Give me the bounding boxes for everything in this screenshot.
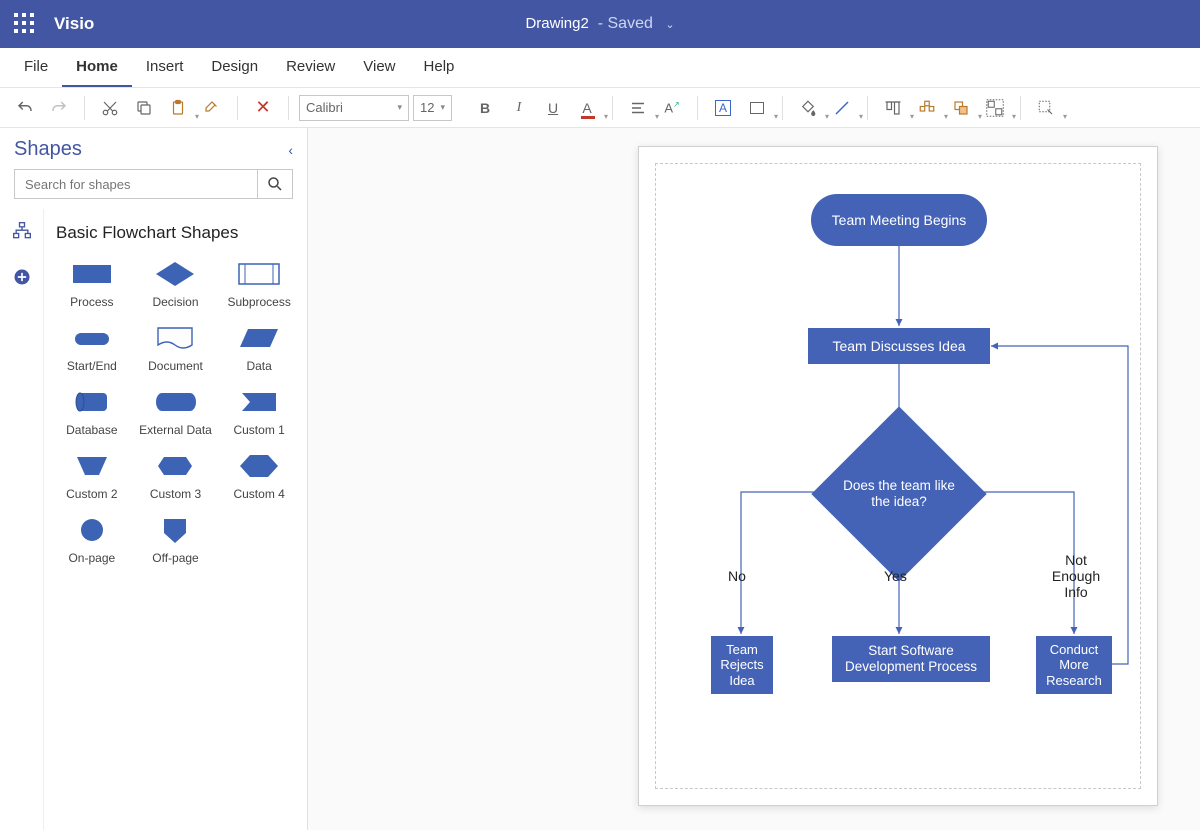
arrange-button[interactable]: ▾ xyxy=(946,93,976,123)
canvas[interactable]: Team Meeting Begins Team Discusses Idea … xyxy=(308,128,1200,830)
edge-label-notenough: Not Enough Info xyxy=(1046,552,1106,600)
node-discuss[interactable]: Team Discusses Idea xyxy=(808,328,990,364)
shapes-panel: Shapes ‹ Basic Flowchart Shapes xyxy=(0,128,308,830)
shape-off-page[interactable]: Off-page xyxy=(134,515,218,565)
shape-custom-2[interactable]: Custom 2 xyxy=(50,451,134,501)
node-research[interactable]: Conduct More Research xyxy=(1036,636,1112,694)
shape-on-page[interactable]: On-page xyxy=(50,515,134,565)
drawing-page[interactable]: Team Meeting Begins Team Discusses Idea … xyxy=(638,146,1158,806)
tab-design[interactable]: Design xyxy=(197,48,272,87)
underline-button[interactable]: U xyxy=(538,93,568,123)
font-size-select[interactable]: 12▾ xyxy=(413,95,452,121)
node-start-dev[interactable]: Start Software Development Process xyxy=(832,636,990,682)
titlebar: Visio Drawing2 - Saved ⌄ xyxy=(0,0,1200,48)
font-family-select[interactable]: Calibri▾ xyxy=(299,95,409,121)
collapse-panel-icon[interactable]: ‹ xyxy=(288,142,293,158)
shapes-panel-title: Shapes xyxy=(14,138,82,161)
italic-button[interactable]: I xyxy=(504,93,534,123)
node-decision[interactable]: Does the team like the idea? xyxy=(837,432,961,556)
select-button[interactable]: ▾ xyxy=(1031,93,1061,123)
bold-button[interactable]: B xyxy=(470,93,500,123)
document-title-wrap: Drawing2 - Saved ⌄ xyxy=(0,15,1200,33)
position-button[interactable]: ▾ xyxy=(912,93,942,123)
shape-start-end[interactable]: Start/End xyxy=(50,323,134,373)
tab-help[interactable]: Help xyxy=(410,48,469,87)
stencil-org-icon[interactable] xyxy=(10,219,34,243)
redo-button[interactable] xyxy=(44,93,74,123)
paste-button[interactable]: ▾ xyxy=(163,93,193,123)
shapes-search-button[interactable] xyxy=(257,169,293,199)
tab-insert[interactable]: Insert xyxy=(132,48,198,87)
shape-custom-3[interactable]: Custom 3 xyxy=(134,451,218,501)
shape-decision[interactable]: Decision xyxy=(134,259,218,309)
tab-file[interactable]: File xyxy=(10,48,62,87)
shape-grid: Process Decision Subprocess Start/End xyxy=(50,259,301,565)
shape-document[interactable]: Document xyxy=(134,323,218,373)
stencil-title: Basic Flowchart Shapes xyxy=(50,223,301,243)
font-color-button[interactable]: A ▾ xyxy=(572,93,602,123)
text-rotation-button[interactable]: A↗ xyxy=(657,93,687,123)
ribbon-tabs: File Home Insert Design Review View Help xyxy=(0,48,1200,88)
app-launcher-icon[interactable] xyxy=(14,13,36,35)
chevron-down-icon[interactable]: ⌄ xyxy=(665,19,674,31)
main-area: Shapes ‹ Basic Flowchart Shapes xyxy=(0,128,1200,830)
undo-button[interactable] xyxy=(10,93,40,123)
document-status: - Saved xyxy=(593,15,653,32)
align-button[interactable]: ▾ xyxy=(623,93,653,123)
tab-view[interactable]: View xyxy=(349,48,409,87)
ribbon: ▾ ✕ Calibri▾ 12▾ B I U A ▾ ▾ A↗ A ▾ ▾ ▾ xyxy=(0,88,1200,128)
group-button[interactable]: ▾ xyxy=(980,93,1010,123)
shapes-rail xyxy=(0,209,44,830)
edge-label-no: No xyxy=(728,568,746,584)
fill-color-button[interactable]: ▾ xyxy=(793,93,823,123)
shape-custom-1[interactable]: Custom 1 xyxy=(217,387,301,437)
shape-insert-button[interactable]: ▾ xyxy=(742,93,772,123)
tab-review[interactable]: Review xyxy=(272,48,349,87)
line-color-button[interactable]: ▾ xyxy=(827,93,857,123)
shape-subprocess[interactable]: Subprocess xyxy=(217,259,301,309)
document-title[interactable]: Drawing2 xyxy=(525,15,588,32)
edge-label-yes: Yes xyxy=(884,568,907,584)
node-start[interactable]: Team Meeting Begins xyxy=(811,194,987,246)
app-name: Visio xyxy=(54,14,94,34)
text-box-button[interactable]: A xyxy=(708,93,738,123)
delete-button[interactable]: ✕ xyxy=(248,93,278,123)
format-painter-button[interactable] xyxy=(197,93,227,123)
tab-home[interactable]: Home xyxy=(62,48,132,87)
align-objects-button[interactable]: ▾ xyxy=(878,93,908,123)
shape-data[interactable]: Data xyxy=(217,323,301,373)
add-stencil-button[interactable] xyxy=(10,265,34,289)
shape-process[interactable]: Process xyxy=(50,259,134,309)
cut-button[interactable] xyxy=(95,93,125,123)
copy-button[interactable] xyxy=(129,93,159,123)
node-reject[interactable]: Team Rejects Idea xyxy=(711,636,773,694)
shape-database[interactable]: Database xyxy=(50,387,134,437)
shapes-search-input[interactable] xyxy=(14,169,257,199)
shape-custom-4[interactable]: Custom 4 xyxy=(217,451,301,501)
shape-external-data[interactable]: External Data xyxy=(134,387,218,437)
